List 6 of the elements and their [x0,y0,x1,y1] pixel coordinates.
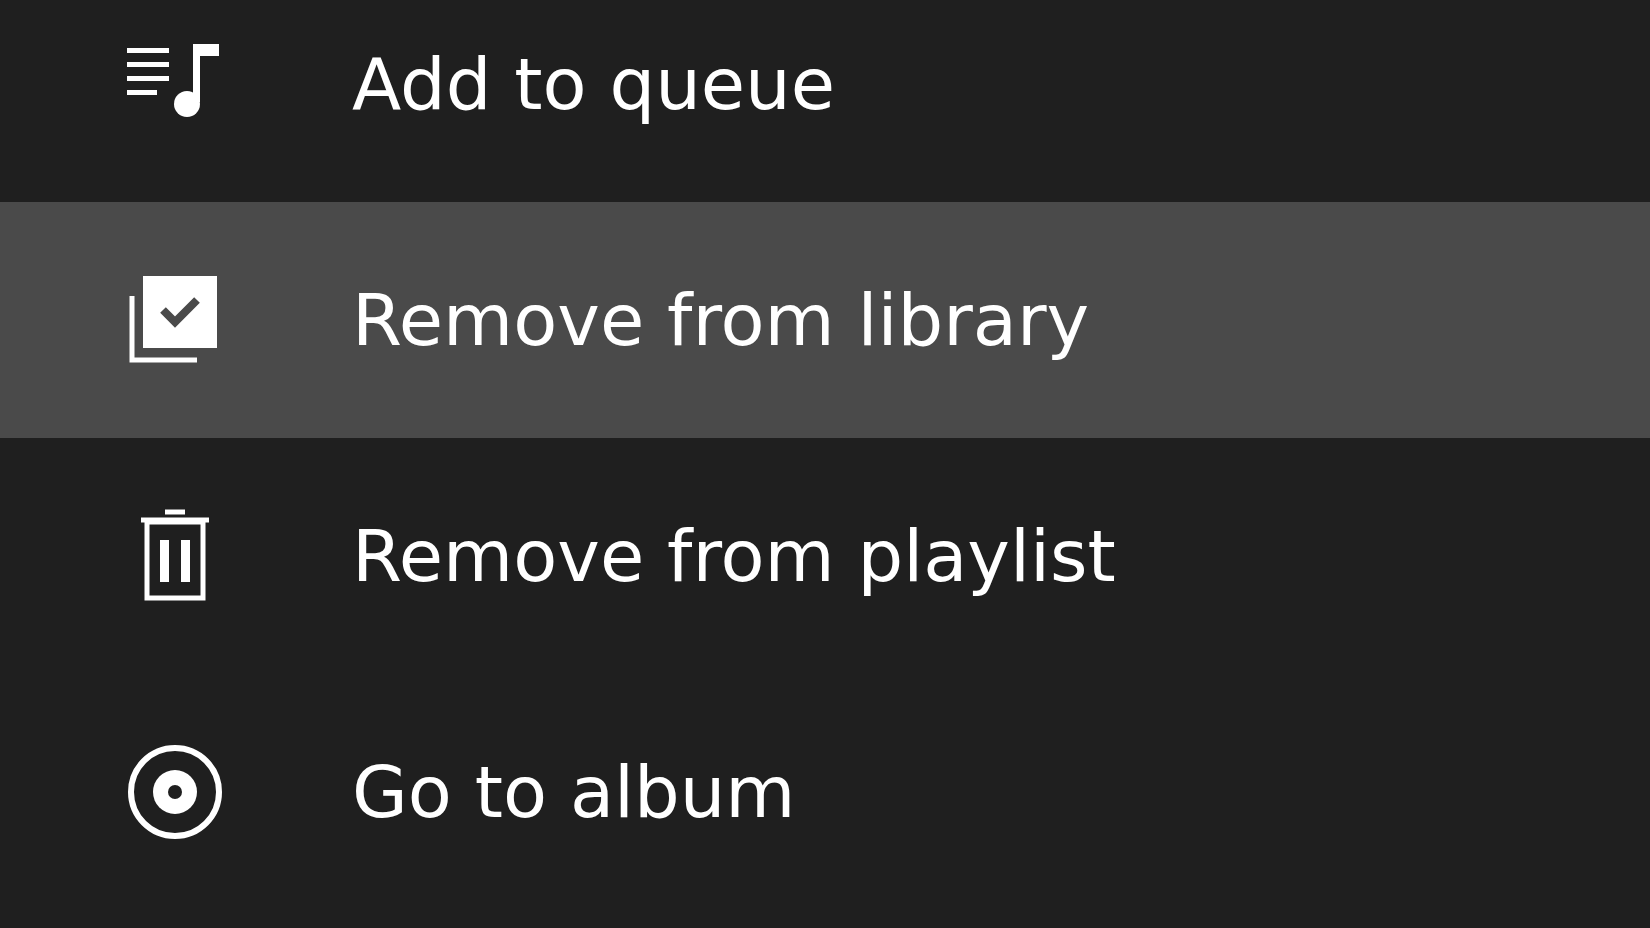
menu-item-label: Remove from playlist [352,514,1116,598]
album-icon [125,742,225,842]
menu-item-label: Go to album [352,750,796,834]
menu-item-label: Add to queue [352,42,835,126]
menu-item-label: Remove from library [352,278,1090,362]
menu-item[interactable]: Remove from library [0,202,1650,438]
